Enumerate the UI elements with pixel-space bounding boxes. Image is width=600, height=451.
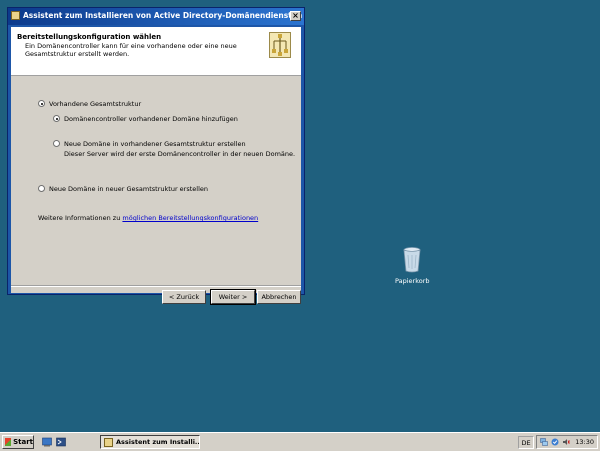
wizard-task-icon xyxy=(104,437,113,447)
next-button[interactable]: Weiter > xyxy=(210,289,256,305)
option-new-domain-text: Neue Domäne in vorhandener Gesamtstruktu… xyxy=(64,140,295,158)
taskbar-item-label: Assistent zum Installi... xyxy=(116,438,200,446)
taskbar-clock[interactable]: 13:30 xyxy=(575,438,594,446)
wizard-window: Assistent zum Installieren von Active Di… xyxy=(7,7,305,305)
back-button[interactable]: < Zurück xyxy=(162,290,206,304)
taskbar: Start Assistent zum Installi... DE 13:30 xyxy=(0,432,600,451)
wizard-client-area: Bereitstellungskonfiguration wählen Ein … xyxy=(11,27,301,305)
close-button[interactable]: × xyxy=(290,11,301,21)
windows-logo-icon xyxy=(5,438,12,446)
option-new-domain-label: Neue Domäne in vorhandener Gesamtstruktu… xyxy=(64,140,246,148)
title-bar[interactable]: Assistent zum Installieren von Active Di… xyxy=(8,8,304,25)
option-existing-forest-label: Vorhandene Gesamtstruktur xyxy=(49,100,142,108)
wizard-header: Bereitstellungskonfiguration wählen Ein … xyxy=(11,27,301,76)
action-center-icon[interactable] xyxy=(551,438,559,446)
cancel-button[interactable]: Abbrechen xyxy=(257,290,301,304)
option-new-forest-label: Neue Domäne in neuer Gesamtstruktur erst… xyxy=(49,185,209,193)
recycle-bin-icon xyxy=(403,247,421,273)
powershell-icon[interactable] xyxy=(56,437,66,447)
more-info-prefix: Weitere Informationen zu xyxy=(38,214,121,222)
deployment-configurations-link[interactable]: möglichen Bereitstellungskonfigurationen xyxy=(122,214,258,222)
option-add-dc[interactable]: Domänencontroller vorhandener Domäne hin… xyxy=(53,115,238,123)
more-info-text: Weitere Informationen zu möglichen Berei… xyxy=(38,214,258,222)
wizard-app-icon xyxy=(11,11,20,20)
window-title: Assistent zum Installieren von Active Di… xyxy=(23,11,303,20)
network-icon[interactable] xyxy=(540,438,548,446)
volume-icon[interactable] xyxy=(562,438,570,446)
option-new-forest[interactable]: Neue Domäne in neuer Gesamtstruktur erst… xyxy=(38,185,208,193)
option-existing-forest[interactable]: Vorhandene Gesamtstruktur xyxy=(38,100,141,108)
wizard-content: Vorhandene Gesamtstruktur Domänencontrol… xyxy=(11,76,301,305)
page-description: Ein Domänencontroller kann für eine vorh… xyxy=(25,42,237,58)
radio-existing-forest[interactable] xyxy=(38,100,45,107)
system-tray: 13:30 xyxy=(536,435,598,449)
server-manager-icon[interactable] xyxy=(42,437,52,447)
radio-new-forest[interactable] xyxy=(38,185,45,192)
option-new-domain-sublabel: Dieser Server wird der erste Domänencont… xyxy=(64,150,296,158)
start-label: Start xyxy=(13,438,33,446)
option-new-domain[interactable]: Neue Domäne in vorhandener Gesamtstruktu… xyxy=(53,140,295,158)
button-separator xyxy=(11,285,301,287)
taskbar-item-wizard[interactable]: Assistent zum Installi... xyxy=(100,435,200,449)
option-add-dc-label: Domänencontroller vorhandener Domäne hin… xyxy=(64,115,238,123)
page-title: Bereitstellungskonfiguration wählen xyxy=(17,33,162,41)
radio-add-dc[interactable] xyxy=(53,115,60,122)
language-indicator[interactable]: DE xyxy=(518,436,534,449)
radio-new-domain[interactable] xyxy=(53,140,60,147)
recycle-bin-label: Papierkorb xyxy=(395,277,430,285)
start-button[interactable]: Start xyxy=(2,435,34,449)
recycle-bin[interactable]: Papierkorb xyxy=(395,247,430,285)
directory-tree-icon xyxy=(269,32,291,58)
